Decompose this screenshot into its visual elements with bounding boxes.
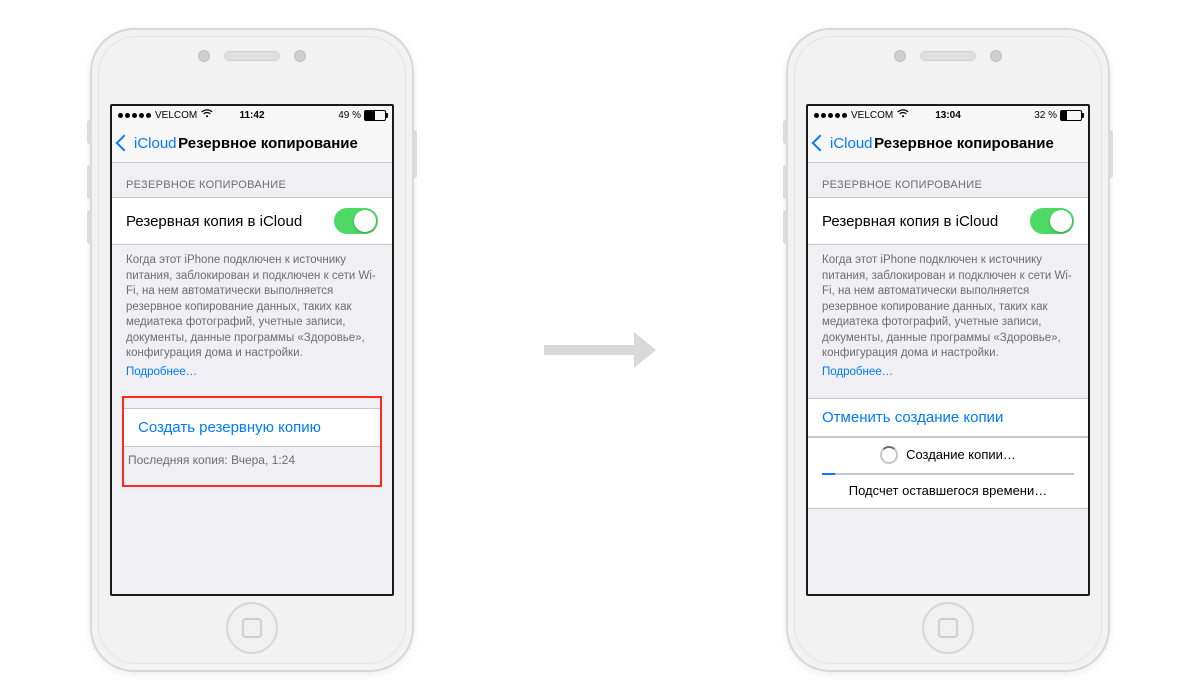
earpiece-speaker-icon: [224, 51, 280, 61]
battery-fill: [1061, 111, 1067, 120]
icloud-backup-toggle-row[interactable]: Резервная копия в iCloud: [112, 197, 392, 245]
silent-switch: [87, 120, 92, 144]
section-header-backup: РЕЗЕРВНОЕ КОПИРОВАНИЕ: [112, 163, 392, 197]
navigation-bar: iCloud Резервное копирование: [112, 124, 392, 163]
proximity-sensor-icon: [198, 50, 210, 62]
highlight-rectangle: Создать резервную копию Последняя копия:…: [122, 396, 382, 487]
icloud-backup-toggle-label: Резервная копия в iCloud: [822, 213, 998, 230]
spinner-icon: [880, 446, 898, 464]
battery-percentage-label: 49 %: [338, 110, 361, 121]
volume-up-button: [87, 165, 92, 199]
phone-sensor-bar: [788, 50, 1108, 62]
back-up-now-label: Создать резервную копию: [138, 419, 321, 436]
backup-progress-label: Создание копии…: [906, 447, 1016, 462]
progress-bar: [808, 471, 1088, 483]
battery-fill: [365, 111, 375, 120]
back-button[interactable]: iCloud: [814, 135, 873, 152]
status-bar: VELCOM 13:04 32 %: [808, 106, 1088, 124]
icloud-backup-switch[interactable]: [1030, 208, 1074, 234]
settings-content[interactable]: РЕЗЕРВНОЕ КОПИРОВАНИЕ Резервная копия в …: [112, 163, 392, 594]
screen-right: VELCOM 13:04 32 % iCloud Резервное копир…: [806, 104, 1090, 596]
volume-down-button: [87, 210, 92, 244]
front-camera-icon: [294, 50, 306, 62]
cancel-backup-label: Отменить создание копии: [822, 409, 1003, 426]
back-up-now-button[interactable]: Создать резервную копию: [124, 408, 380, 447]
back-button-label: iCloud: [830, 135, 873, 152]
power-button: [1108, 130, 1113, 178]
proximity-sensor-icon: [894, 50, 906, 62]
icloud-backup-toggle-label: Резервная копия в iCloud: [126, 213, 302, 230]
screen-left: VELCOM 11:42 49 % iCloud Резервное копир…: [110, 104, 394, 596]
earpiece-speaker-icon: [920, 51, 976, 61]
back-button[interactable]: iCloud: [118, 135, 177, 152]
status-bar: VELCOM 11:42 49 %: [112, 106, 392, 124]
arrow-right-icon: [544, 332, 656, 368]
estimating-time-label: Подсчет оставшегося времени…: [808, 483, 1088, 509]
learn-more-link[interactable]: Подробнее…: [808, 364, 1088, 388]
phone-device-left: VELCOM 11:42 49 % iCloud Резервное копир…: [90, 28, 414, 672]
last-backup-label: Последняя копия: Вчера, 1:24: [124, 447, 380, 475]
front-camera-icon: [990, 50, 1002, 62]
backup-progress-row: Создание копии…: [808, 437, 1088, 471]
volume-down-button: [783, 210, 788, 244]
back-button-label: iCloud: [134, 135, 177, 152]
battery-icon: [1060, 110, 1082, 121]
chevron-left-icon: [116, 135, 133, 152]
volume-up-button: [783, 165, 788, 199]
phone-sensor-bar: [92, 50, 412, 62]
battery-percentage-label: 32 %: [1034, 110, 1057, 121]
settings-content[interactable]: РЕЗЕРВНОЕ КОПИРОВАНИЕ Резервная копия в …: [808, 163, 1088, 594]
silent-switch: [783, 120, 788, 144]
power-button: [412, 130, 417, 178]
progress-bar-fill: [822, 473, 835, 475]
cancel-backup-button[interactable]: Отменить создание копии: [808, 398, 1088, 437]
learn-more-link[interactable]: Подробнее…: [112, 364, 392, 388]
home-button[interactable]: [226, 602, 278, 654]
icloud-backup-toggle-row[interactable]: Резервная копия в iCloud: [808, 197, 1088, 245]
backup-description-text: Когда этот iPhone подключен к источнику …: [808, 245, 1088, 364]
battery-icon: [364, 110, 386, 121]
chevron-left-icon: [812, 135, 829, 152]
navigation-bar: iCloud Резервное копирование: [808, 124, 1088, 163]
phone-device-right: VELCOM 13:04 32 % iCloud Резервное копир…: [786, 28, 1110, 672]
backup-description-text: Когда этот iPhone подключен к источнику …: [112, 245, 392, 364]
section-header-backup: РЕЗЕРВНОЕ КОПИРОВАНИЕ: [808, 163, 1088, 197]
icloud-backup-switch[interactable]: [334, 208, 378, 234]
home-button[interactable]: [922, 602, 974, 654]
